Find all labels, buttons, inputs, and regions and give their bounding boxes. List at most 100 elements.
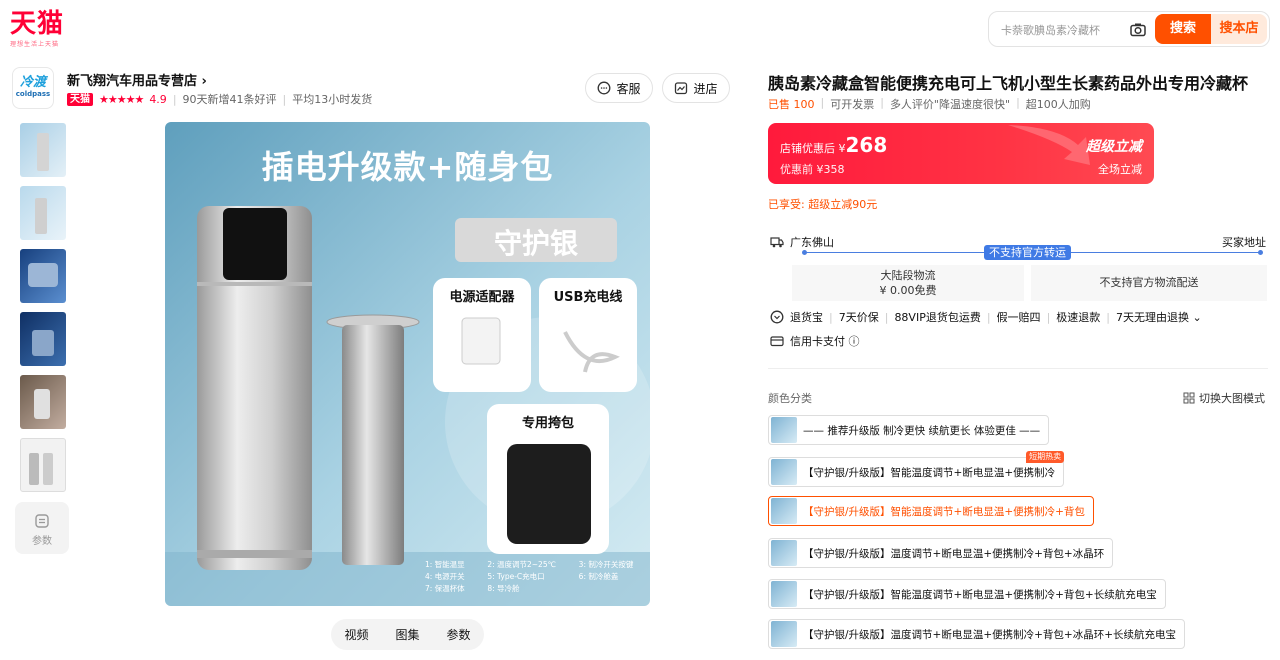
grid-icon [1183, 392, 1195, 404]
search-input[interactable]: 卡萘歌腆岛素冷藏杯 [1001, 22, 1100, 38]
params-label: 参数 [32, 536, 52, 547]
search-button[interactable]: 搜索 [1155, 14, 1211, 44]
mainland-label: 大陆段物流 [880, 269, 936, 282]
divider: | [1016, 96, 1020, 109]
main-product-image[interactable]: 插电升级款+随身包 守护银 电源适配器 USB充电线 专用挎包 1: 智能温显 … [165, 122, 650, 606]
gallery-thumbnail[interactable] [20, 186, 66, 240]
rating-value: 4.9 [149, 92, 167, 106]
tab-params[interactable]: 参数 [446, 626, 470, 643]
price-value: 268 [845, 133, 888, 157]
rating-stars: ★★★★★ [99, 92, 144, 106]
invoice-note: 可开发票 [830, 98, 875, 111]
params-icon [35, 514, 49, 528]
official-logistics: 不支持官方物流配送 [1031, 265, 1267, 301]
credit-card-row[interactable]: 信用卡支付 ⓘ [770, 333, 860, 349]
tmall-logo[interactable]: 天猫 理想生活上天猫 [10, 10, 70, 48]
original-price: 优惠前 ¥358 [780, 163, 845, 176]
legend-item: 8: 导冷舱 [487, 584, 520, 593]
gallery-thumbnail[interactable] [20, 123, 66, 177]
credit-card-label: 信用卡支付 ⓘ [790, 335, 860, 348]
view-toggle-button[interactable]: 切换大图模式 [1183, 390, 1265, 406]
legend-item: 1: 智能温显 [425, 560, 465, 569]
customer-service-label: 客服 [616, 81, 641, 96]
tmall-badge: 天猫 [67, 92, 93, 106]
section-divider [768, 368, 1268, 369]
sku-option-label: 【守护银/升级版】智能温度调节+断电显温+便携制冷+背包+长续航充电宝 [803, 588, 1157, 601]
customer-service-button[interactable]: 客服 [585, 73, 653, 103]
params-button[interactable]: 参数 [15, 502, 69, 554]
ship-destination[interactable]: 买家地址 [1222, 234, 1266, 250]
sku-option[interactable]: 【守护银/升级版】智能温度调节+断电显温+便携制冷+背包+长续航充电宝 [768, 579, 1166, 609]
mainland-logistics: 大陆段物流 ¥ 0.00免费 [792, 265, 1024, 301]
store-logo-subtext: coldpass [15, 90, 51, 98]
service-guarantees[interactable]: 退货宝 | 7天价保 | 88VIP退货包运费 | 假一赔四 | 极速退款 | … [770, 309, 1202, 325]
enter-store-label: 进店 [693, 81, 718, 96]
camera-icon[interactable] [1129, 21, 1147, 39]
sku-thumbnail [771, 621, 797, 647]
divider: | [1106, 310, 1110, 324]
sku-option-label: 【守护银/升级版】温度调节+断电显温+便携制冷+背包+冰晶环+长续航充电宝 [803, 628, 1177, 641]
sku-option-label: 【守护银/升级版】智能温度调节+断电显温+便携制冷+背包 [803, 505, 1085, 518]
gallery-thumbnail[interactable] [20, 249, 66, 303]
store-logo[interactable]: 冷渡 coldpass [12, 67, 54, 109]
sales-row: 已售 100 | 可开发票 | 多人评价"降温速度很快" | 超100人加购 [768, 96, 1091, 112]
sku-option-label: —— 推荐升级版 制冷更快 续航更长 体验更佳 —— [803, 424, 1041, 437]
sku-option[interactable]: 【守护银/升级版】温度调节+断电显温+便携制冷+背包+冰晶环 [768, 538, 1114, 568]
bag-label: 专用挎包 [521, 416, 574, 431]
view-toggle-label: 切换大图模式 [1199, 392, 1265, 405]
sku-option[interactable]: 【守护银/升级版】智能温度调节+断电显温+便携制冷 短期热卖 [768, 451, 1065, 487]
divider: | [829, 310, 833, 324]
product-illustration [165, 122, 650, 606]
gallery-thumbnail[interactable] [20, 375, 66, 429]
ship-time: 平均13小时发货 [292, 93, 373, 106]
tab-video[interactable]: 视频 [344, 626, 368, 643]
guarantee-icon [770, 310, 784, 324]
store-name-link[interactable]: 新飞翔汽车用品专营店 › [67, 70, 207, 89]
feature-legend: 1: 智能温显 2: 温度调节2~25℃ 3: 制冷开关按键 4: 电源开关 5… [425, 559, 650, 594]
sku-option-selected[interactable]: 【守护银/升级版】智能温度调节+断电显温+便携制冷+背包 [768, 496, 1094, 526]
gallery-thumbnail[interactable] [20, 312, 66, 366]
divider: | [282, 92, 287, 106]
sku-thumbnail [771, 498, 797, 524]
discount-note: 已享受: 超级立减90元 [768, 198, 878, 211]
sku-option-label: 【守护银/升级版】智能温度调节+断电显温+便携制冷 [803, 466, 1056, 479]
truck-icon [770, 237, 784, 248]
promo-title: 超级立减 [1086, 139, 1142, 155]
service-item: 假一赔四 [996, 311, 1041, 324]
divider: | [880, 96, 884, 109]
sku-option[interactable]: —— 推荐升级版 制冷更快 续航更长 体验更佳 —— [768, 415, 1050, 445]
transfer-flag: 不支持官方转运 [984, 245, 1071, 260]
sku-option[interactable]: 【守护银/升级版】温度调节+断电显温+便携制冷+背包+冰晶环+长续航充电宝 [768, 619, 1186, 649]
service-item: 退货宝 [790, 311, 823, 324]
divider: | [986, 310, 991, 324]
price-box: 店铺优惠后 ¥268 优惠前 ¥358 超级立减 全场立减 [768, 123, 1154, 184]
sku-thumbnail [771, 540, 797, 566]
route-end-dot [1258, 250, 1263, 255]
price-label: 店铺优惠后 ¥ [780, 142, 846, 155]
legend-item: 6: 制冷舱盖 [578, 572, 619, 581]
sku-thumbnail [771, 459, 797, 485]
review-summary[interactable]: 多人评价"降温速度很快" [890, 96, 1010, 112]
edition-label: 守护银 [493, 227, 578, 260]
enter-store-button[interactable]: 进店 [662, 73, 730, 103]
chat-icon [598, 81, 611, 95]
divider: | [1046, 310, 1051, 324]
usb-label: USB充电线 [553, 290, 623, 305]
divider: | [172, 92, 177, 106]
sold-count: 已售 100 [768, 98, 815, 111]
store-search-button[interactable]: 搜本店 [1211, 14, 1267, 44]
service-item: 极速退款 [1056, 311, 1101, 324]
service-item: 7天无理由退换 ⌄ [1116, 311, 1202, 324]
gallery-thumbnail[interactable] [20, 438, 66, 492]
origin-city: 广东佛山 [790, 236, 834, 249]
mainland-fee: ¥ 0.00免费 [879, 284, 937, 297]
hot-sale-badge: 短期热卖 [1026, 451, 1065, 463]
sku-option-label: 【守护银/升级版】温度调节+断电显温+便携制冷+背包+冰晶环 [803, 547, 1105, 560]
legend-item: 4: 电源开关 [425, 572, 465, 581]
legend-item: 7: 保温杯体 [425, 584, 465, 593]
store-icon [675, 82, 688, 95]
tab-gallery[interactable]: 图集 [395, 626, 419, 643]
promo-subtitle: 全场立减 [1098, 163, 1142, 176]
route-start-dot [802, 250, 807, 255]
sku-label: 颜色分类 [768, 392, 812, 405]
